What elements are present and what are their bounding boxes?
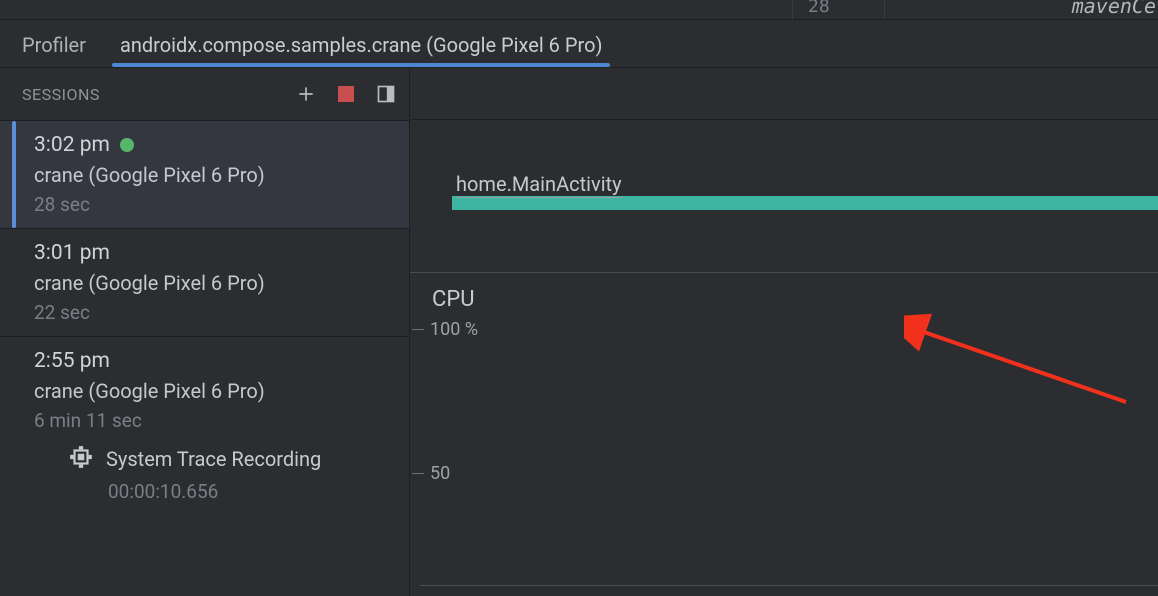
layout-toggle-button[interactable] [375,83,397,105]
stop-session-button[interactable] [335,83,357,105]
session-time: 3:02 pm [34,133,110,157]
session-item[interactable]: 3:02 pm crane (Google Pixel 6 Pro) 28 se… [0,120,409,228]
layout-icon [376,84,396,104]
tab-profiler[interactable]: Profiler [14,23,94,65]
sessions-title: SESSIONS [22,85,295,104]
session-active-indicator-icon [120,138,134,152]
session-time: 2:55 pm [34,349,110,373]
stop-icon [338,86,354,102]
profiler-content: home.MainActivity CPU 100 % 50 [410,68,1158,596]
axis-tick-label: 50 [430,463,450,484]
session-device: crane (Google Pixel 6 Pro) [34,163,399,187]
cpu-panel[interactable]: CPU 100 % 50 [410,272,1158,590]
activity-label: home.MainActivity [456,172,622,196]
axis-tick [412,473,424,474]
cpu-chip-icon [68,444,94,474]
session-item[interactable]: 2:55 pm crane (Google Pixel 6 Pro) 6 min… [0,336,409,515]
activity-strip[interactable]: home.MainActivity [410,120,1158,200]
axis-tick [412,329,424,330]
gutter-line-number: 28 [808,0,830,17]
panel-separator [420,585,1158,586]
axis-tick-label: 100 % [430,319,478,340]
cpu-title: CPU [432,287,474,312]
profiler-main: SESSIONS 3:02 pm crane (Google Pixel 6 P… [0,68,1158,596]
recording-label: System Trace Recording [106,447,321,471]
session-duration: 22 sec [34,301,399,324]
profiler-header: Profiler androidx.compose.samples.crane … [0,20,1158,68]
activity-bar [452,196,1158,210]
editor-topstrip: 28 mavenCe [0,0,1158,20]
add-session-button[interactable] [295,83,317,105]
session-device: crane (Google Pixel 6 Pro) [34,379,399,403]
session-duration: 28 sec [34,193,399,216]
session-device: crane (Google Pixel 6 Pro) [34,271,399,295]
sessions-header: SESSIONS [0,68,409,120]
editor-code-fragment: mavenCe [1072,0,1156,18]
session-item[interactable]: 3:01 pm crane (Google Pixel 6 Pro) 22 se… [0,228,409,336]
content-toolbar [410,68,1158,120]
recording-time: 00:00:10.656 [34,480,399,503]
session-time: 3:01 pm [34,241,110,265]
plus-icon [296,84,316,104]
tab-process[interactable]: androidx.compose.samples.crane (Google P… [112,23,611,65]
session-duration: 6 min 11 sec [34,409,399,432]
recording-entry[interactable]: System Trace Recording [34,434,399,478]
sessions-sidebar: SESSIONS 3:02 pm crane (Google Pixel 6 P… [0,68,410,596]
